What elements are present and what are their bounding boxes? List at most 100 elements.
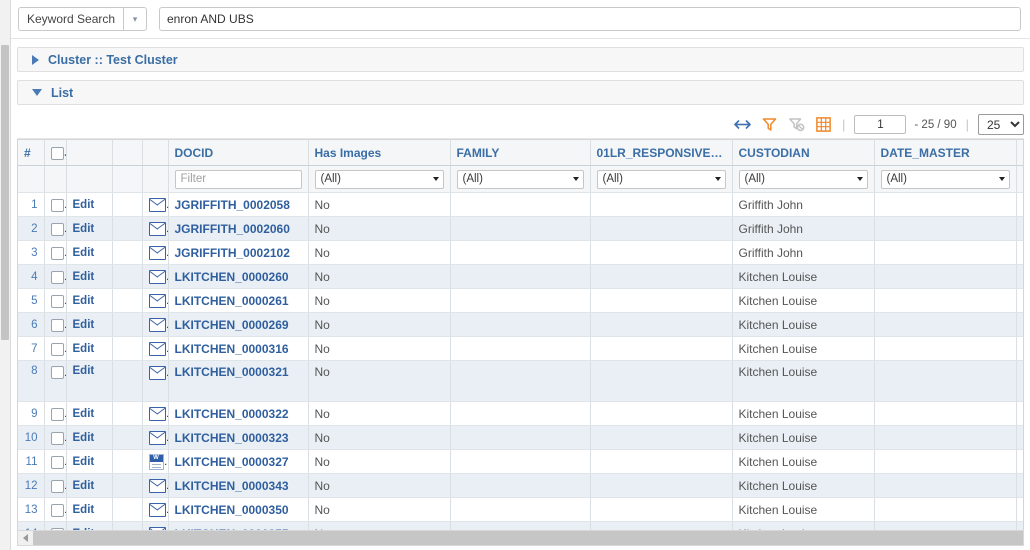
email-icon[interactable] xyxy=(148,317,166,332)
table-row[interactable]: 3 Edit JGRIFFITH_0002102 No Griffith John xyxy=(18,240,1023,265)
page-scrollbar[interactable] xyxy=(0,0,11,550)
email-icon[interactable] xyxy=(148,245,166,260)
row-checkbox[interactable] xyxy=(50,342,64,356)
edit-link[interactable]: Edit xyxy=(66,288,113,313)
table-row[interactable]: 7 Edit LKITCHEN_0000316 No Kitchen Louise xyxy=(18,336,1023,361)
email-icon[interactable] xyxy=(148,502,166,517)
cell-docid[interactable]: LKITCHEN_0000261 xyxy=(168,288,309,313)
column-header-date-master[interactable]: DATE_MASTER xyxy=(874,139,1017,166)
row-checkbox[interactable] xyxy=(50,407,64,421)
row-select-cell[interactable] xyxy=(44,336,67,361)
row-doc-type-cell[interactable] xyxy=(142,288,169,313)
row-checkbox[interactable] xyxy=(50,503,64,517)
row-select-cell[interactable] xyxy=(44,425,67,450)
grid-icon[interactable] xyxy=(814,115,833,134)
cell-docid[interactable]: JGRIFFITH_0002102 xyxy=(168,240,309,265)
row-checkbox[interactable] xyxy=(50,294,64,308)
row-doc-type-cell[interactable]: W xyxy=(142,449,169,474)
edit-link[interactable]: Edit xyxy=(66,449,113,474)
email-icon[interactable] xyxy=(148,221,166,236)
horizontal-scrollbar-thumb[interactable] xyxy=(33,531,1023,545)
table-row[interactable]: 9 Edit LKITCHEN_0000322 No Kitchen Louise xyxy=(18,401,1023,426)
page-scrollbar-thumb[interactable] xyxy=(1,45,9,340)
cell-docid[interactable]: LKITCHEN_0000323 xyxy=(168,425,309,450)
cell-docid[interactable]: LKITCHEN_0000343 xyxy=(168,473,309,498)
table-row[interactable]: 12 Edit LKITCHEN_0000343 No Kitchen Louise xyxy=(18,473,1023,498)
edit-link[interactable]: Edit xyxy=(66,360,113,402)
row-checkbox[interactable] xyxy=(50,198,64,212)
table-row[interactable]: 10 Edit LKITCHEN_0000323 No Kitchen Louise xyxy=(18,425,1023,450)
email-icon[interactable] xyxy=(148,430,166,445)
horizontal-scrollbar[interactable] xyxy=(17,530,1024,546)
email-icon[interactable] xyxy=(148,197,166,212)
page-number-input[interactable] xyxy=(854,115,907,134)
cell-docid[interactable]: JGRIFFITH_0002060 xyxy=(168,216,309,241)
word-icon[interactable]: W xyxy=(148,453,164,470)
edit-link[interactable]: Edit xyxy=(66,264,113,289)
row-doc-type-cell[interactable] xyxy=(142,336,169,361)
table-row[interactable]: 2 Edit JGRIFFITH_0002060 No Griffith John xyxy=(18,216,1023,241)
chevron-down-icon[interactable] xyxy=(32,89,42,96)
email-icon[interactable] xyxy=(148,478,166,493)
page-size-select[interactable]: 25 xyxy=(978,114,1024,135)
row-checkbox[interactable] xyxy=(50,270,64,284)
row-doc-type-cell[interactable] xyxy=(142,473,169,498)
row-doc-type-cell[interactable] xyxy=(142,497,169,522)
edit-link[interactable]: Edit xyxy=(66,473,113,498)
cell-docid[interactable]: LKITCHEN_0000260 xyxy=(168,264,309,289)
panel-cluster-header[interactable]: Cluster :: Test Cluster xyxy=(17,47,1024,72)
table-row[interactable]: 6 Edit LKITCHEN_0000269 No Kitchen Louise xyxy=(18,312,1023,337)
row-checkbox[interactable] xyxy=(50,318,64,332)
row-select-cell[interactable] xyxy=(44,401,67,426)
cell-docid[interactable]: LKITCHEN_0000269 xyxy=(168,312,309,337)
chevron-right-icon[interactable] xyxy=(32,54,39,65)
table-row[interactable]: 5 Edit LKITCHEN_0000261 No Kitchen Louise xyxy=(18,288,1023,313)
row-checkbox[interactable] xyxy=(50,479,64,493)
family-filter-select[interactable]: (All) xyxy=(456,169,584,189)
date-secondary-filter-select[interactable]: ( xyxy=(1022,169,1023,189)
column-header-index[interactable]: # xyxy=(18,139,45,166)
edit-link[interactable]: Edit xyxy=(66,192,113,217)
row-doc-type-cell[interactable] xyxy=(142,192,169,217)
row-select-cell[interactable] xyxy=(44,449,67,474)
select-all-checkbox[interactable] xyxy=(50,146,64,160)
edit-link[interactable]: Edit xyxy=(66,497,113,522)
row-doc-type-cell[interactable] xyxy=(142,216,169,241)
scroll-left-arrow-icon[interactable] xyxy=(18,531,33,545)
cell-docid[interactable]: LKITCHEN_0000316 xyxy=(168,336,309,361)
table-row[interactable]: 13 Edit LKITCHEN_0000350 No Kitchen Louise xyxy=(18,497,1023,522)
row-doc-type-cell[interactable] xyxy=(142,312,169,337)
row-checkbox[interactable] xyxy=(50,431,64,445)
row-doc-type-cell[interactable] xyxy=(142,425,169,450)
edit-link[interactable]: Edit xyxy=(66,401,113,426)
table-row[interactable]: 11 Edit W LKITCHEN_0000327 No Kitchen Louise xyxy=(18,449,1023,474)
row-select-cell[interactable] xyxy=(44,288,67,313)
row-select-cell[interactable] xyxy=(44,312,67,337)
edit-link[interactable]: Edit xyxy=(66,216,113,241)
chevron-down-icon[interactable]: ▾ xyxy=(123,7,148,31)
edit-link[interactable]: Edit xyxy=(66,240,113,265)
row-select-cell[interactable] xyxy=(44,192,67,217)
row-doc-type-cell[interactable] xyxy=(142,360,169,402)
column-header-has-images[interactable]: Has Images xyxy=(308,139,451,166)
table-row[interactable]: 4 Edit LKITCHEN_0000260 No Kitchen Louise xyxy=(18,264,1023,289)
column-header-responsiveness[interactable]: 01LR_RESPONSIVEN... xyxy=(590,139,733,166)
row-doc-type-cell[interactable] xyxy=(142,401,169,426)
column-header-custodian[interactable]: CUSTODIAN xyxy=(732,139,875,166)
row-checkbox[interactable] xyxy=(50,455,64,469)
column-header-docid[interactable]: DOCID xyxy=(168,139,309,166)
custodian-filter-select[interactable]: (All) xyxy=(738,169,868,189)
row-checkbox[interactable] xyxy=(50,222,64,236)
column-header-family[interactable]: FAMILY xyxy=(450,139,591,166)
email-icon[interactable] xyxy=(148,269,166,284)
row-select-cell[interactable] xyxy=(44,473,67,498)
row-checkbox[interactable] xyxy=(50,366,64,380)
cell-docid[interactable]: JGRIFFITH_0002058 xyxy=(168,192,309,217)
row-doc-type-cell[interactable] xyxy=(142,240,169,265)
responsiveness-filter-select[interactable]: (All) xyxy=(596,169,726,189)
email-icon[interactable] xyxy=(148,341,166,356)
email-icon[interactable] xyxy=(148,365,166,380)
docid-filter-input[interactable] xyxy=(174,169,302,189)
table-row[interactable]: 8 Edit LKITCHEN_0000321 No Kitchen Louise xyxy=(18,360,1023,402)
cell-docid[interactable]: LKITCHEN_0000321 xyxy=(168,360,309,402)
